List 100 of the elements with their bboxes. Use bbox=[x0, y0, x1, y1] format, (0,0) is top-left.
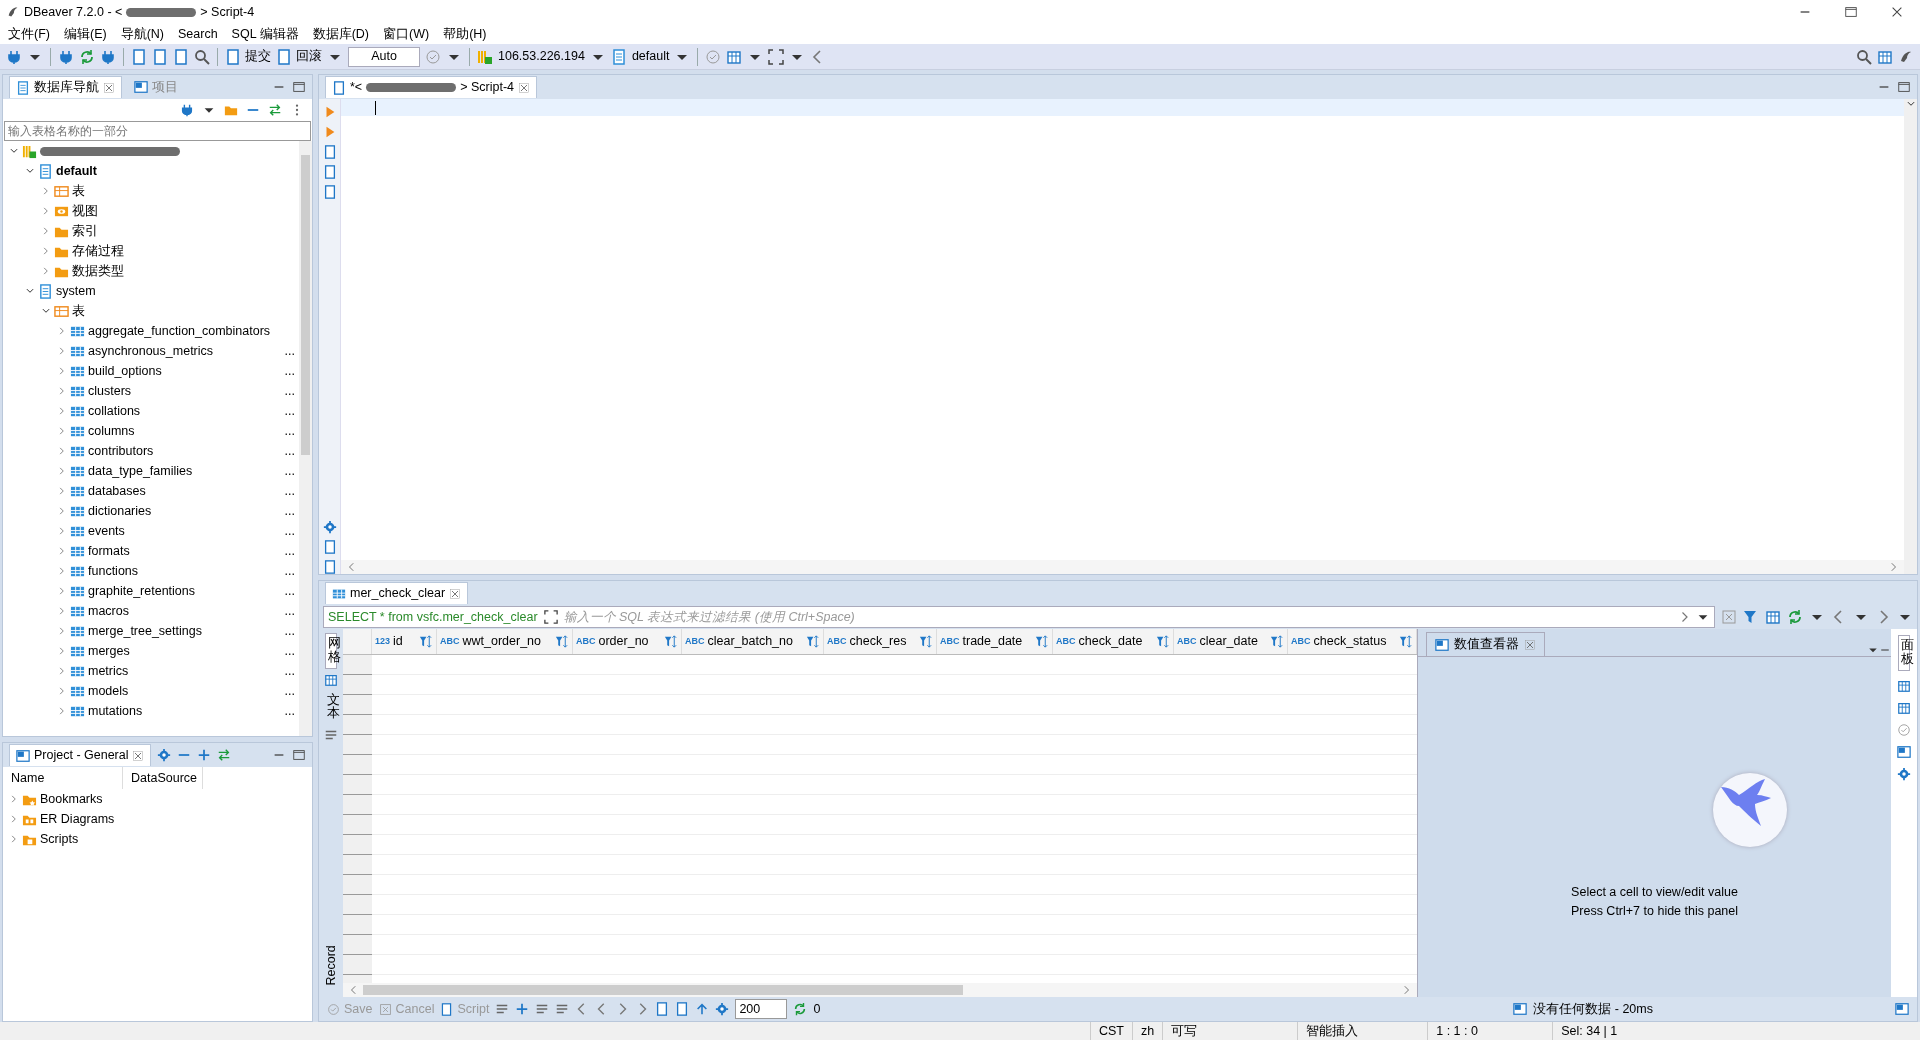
sort-filter-icon[interactable] bbox=[1398, 634, 1413, 649]
column-header[interactable]: order_no bbox=[598, 632, 649, 651]
tree-item[interactable]: dictionaries bbox=[88, 501, 152, 521]
document-icon[interactable] bbox=[173, 48, 189, 65]
document-icon[interactable] bbox=[322, 185, 337, 199]
plug-icon[interactable] bbox=[6, 48, 22, 65]
menu-item[interactable]: Search bbox=[178, 24, 218, 44]
filter-field[interactable]: 输入表格名称的一部分 bbox=[4, 121, 311, 141]
close-icon[interactable] bbox=[103, 81, 115, 94]
tree-item[interactable]: models bbox=[88, 681, 129, 701]
refresh-icon[interactable] bbox=[793, 1002, 808, 1016]
project-tab[interactable]: Project - General bbox=[9, 744, 152, 766]
menu-item[interactable]: 窗口(W) bbox=[383, 24, 430, 44]
search-icon[interactable] bbox=[1856, 48, 1872, 65]
table-settings-icon[interactable] bbox=[1765, 609, 1781, 625]
document-icon[interactable] bbox=[152, 48, 168, 65]
close-icon[interactable] bbox=[449, 587, 462, 600]
sort-filter-icon[interactable] bbox=[663, 634, 678, 649]
tree-item[interactable]: columns bbox=[88, 421, 135, 441]
add-row-icon[interactable] bbox=[515, 1002, 530, 1016]
column-header[interactable]: clear_date bbox=[1199, 632, 1258, 651]
tree-item[interactable]: 视图 bbox=[72, 201, 98, 221]
eraser-icon[interactable] bbox=[1721, 609, 1737, 625]
tree-item[interactable]: asynchronous_metrics bbox=[88, 341, 214, 361]
tree-item[interactable]: Scripts bbox=[40, 829, 79, 849]
table-icon[interactable] bbox=[1897, 678, 1911, 693]
menu-item[interactable]: 导航(N) bbox=[120, 24, 164, 44]
scroll-left-icon[interactable] bbox=[349, 985, 359, 995]
commit-button[interactable]: 提交 bbox=[225, 47, 271, 66]
tree-item[interactable]: default bbox=[56, 161, 97, 181]
document-icon[interactable] bbox=[322, 560, 337, 574]
column-header[interactable]: check_date bbox=[1078, 632, 1143, 651]
restore-icon[interactable] bbox=[1844, 5, 1858, 20]
tree-item[interactable]: 存储过程 bbox=[72, 241, 124, 261]
expand-icon[interactable] bbox=[543, 610, 558, 624]
lines-icon[interactable] bbox=[495, 1002, 510, 1016]
scroll-right-icon[interactable] bbox=[1401, 985, 1411, 995]
scroll-right-icon[interactable] bbox=[1888, 562, 1898, 572]
column-header[interactable]: check_res bbox=[849, 632, 907, 651]
link-icon[interactable] bbox=[217, 748, 232, 762]
column-header[interactable]: check_status bbox=[1313, 632, 1387, 651]
maximize-icon[interactable] bbox=[292, 748, 306, 762]
tree-item[interactable]: mutations bbox=[88, 701, 143, 721]
filter-field[interactable]: SELECT * from vsfc.mer_check_clear 输入一个 SQL 表达式来过滤结果 (使用 Ctrl+Space) bbox=[323, 606, 1715, 628]
menu-item[interactable]: SQL 编辑器 bbox=[231, 24, 299, 44]
tree-item[interactable]: graphite_retentions bbox=[88, 581, 196, 601]
tree-item[interactable]: Bookmarks bbox=[40, 789, 103, 809]
side-tab[interactable]: 文本 bbox=[324, 690, 338, 724]
menu-item[interactable]: 数据库(D) bbox=[312, 24, 369, 44]
editor-tab[interactable]: *< > Script-4 bbox=[325, 76, 537, 98]
column-header[interactable]: Name bbox=[3, 767, 123, 789]
tree-item[interactable]: clusters bbox=[88, 381, 132, 401]
fetch-size-field[interactable]: 200 bbox=[735, 999, 788, 1019]
settings-icon[interactable] bbox=[715, 1002, 730, 1016]
document-icon[interactable] bbox=[655, 1002, 670, 1016]
tree-item[interactable]: 表 bbox=[72, 181, 85, 201]
tree-item[interactable]: system bbox=[56, 281, 96, 301]
navigator-tab[interactable]: 数据库导航 bbox=[9, 76, 122, 98]
settings-icon[interactable] bbox=[157, 748, 172, 762]
tree-item[interactable]: build_options bbox=[88, 361, 162, 381]
column-header[interactable]: wwt_order_no bbox=[462, 632, 541, 651]
column-header[interactable]: clear_batch_no bbox=[707, 632, 793, 651]
maximize-icon[interactable] bbox=[292, 80, 306, 94]
menu-item[interactable]: 编辑(E) bbox=[63, 24, 107, 44]
tree-item[interactable]: merges bbox=[88, 641, 130, 661]
filter-icon[interactable] bbox=[1743, 609, 1759, 625]
host-selector[interactable]: 106.53.226.194 bbox=[498, 47, 585, 66]
results-tab[interactable]: mer_check_clear bbox=[325, 582, 469, 604]
tree-item[interactable]: 表 bbox=[72, 301, 85, 321]
tree-item[interactable]: ER Diagrams bbox=[40, 809, 115, 829]
document-icon[interactable] bbox=[131, 48, 147, 65]
sort-filter-icon[interactable] bbox=[918, 634, 933, 649]
document-icon[interactable] bbox=[675, 1002, 690, 1016]
tree-item[interactable]: contributors bbox=[88, 441, 154, 461]
settings-icon[interactable] bbox=[1897, 766, 1911, 781]
plug-icon[interactable] bbox=[100, 48, 116, 65]
plug-icon[interactable] bbox=[58, 48, 74, 65]
sort-filter-icon[interactable] bbox=[1269, 634, 1284, 649]
link-icon[interactable] bbox=[268, 103, 282, 117]
lines-icon[interactable] bbox=[555, 1002, 570, 1016]
tree-item[interactable]: 数据类型 bbox=[72, 261, 124, 281]
tree-item[interactable]: metrics bbox=[88, 661, 129, 681]
document-icon[interactable] bbox=[322, 145, 337, 159]
schema-selector[interactable]: default bbox=[631, 47, 670, 66]
record-tab[interactable]: Record bbox=[321, 945, 341, 986]
document-icon[interactable] bbox=[322, 165, 337, 179]
tree-item[interactable]: formats bbox=[88, 541, 130, 561]
sort-filter-icon[interactable] bbox=[1155, 634, 1170, 649]
lines-icon[interactable] bbox=[535, 1002, 550, 1016]
tree-item[interactable]: data_type_families bbox=[88, 461, 193, 481]
settings-icon[interactable] bbox=[322, 520, 337, 534]
panel-icon[interactable] bbox=[1895, 1002, 1909, 1016]
document-icon[interactable] bbox=[322, 540, 337, 554]
tree-item[interactable]: aggregate_function_combinators bbox=[88, 321, 271, 341]
scroll-up-icon[interactable] bbox=[1905, 99, 1916, 109]
tree-item[interactable]: databases bbox=[88, 481, 146, 501]
tree-item[interactable]: 索引 bbox=[72, 221, 98, 241]
sort-filter-icon[interactable] bbox=[805, 634, 820, 649]
mode-field[interactable]: Auto bbox=[348, 46, 420, 67]
panel-icon[interactable] bbox=[1897, 744, 1911, 759]
